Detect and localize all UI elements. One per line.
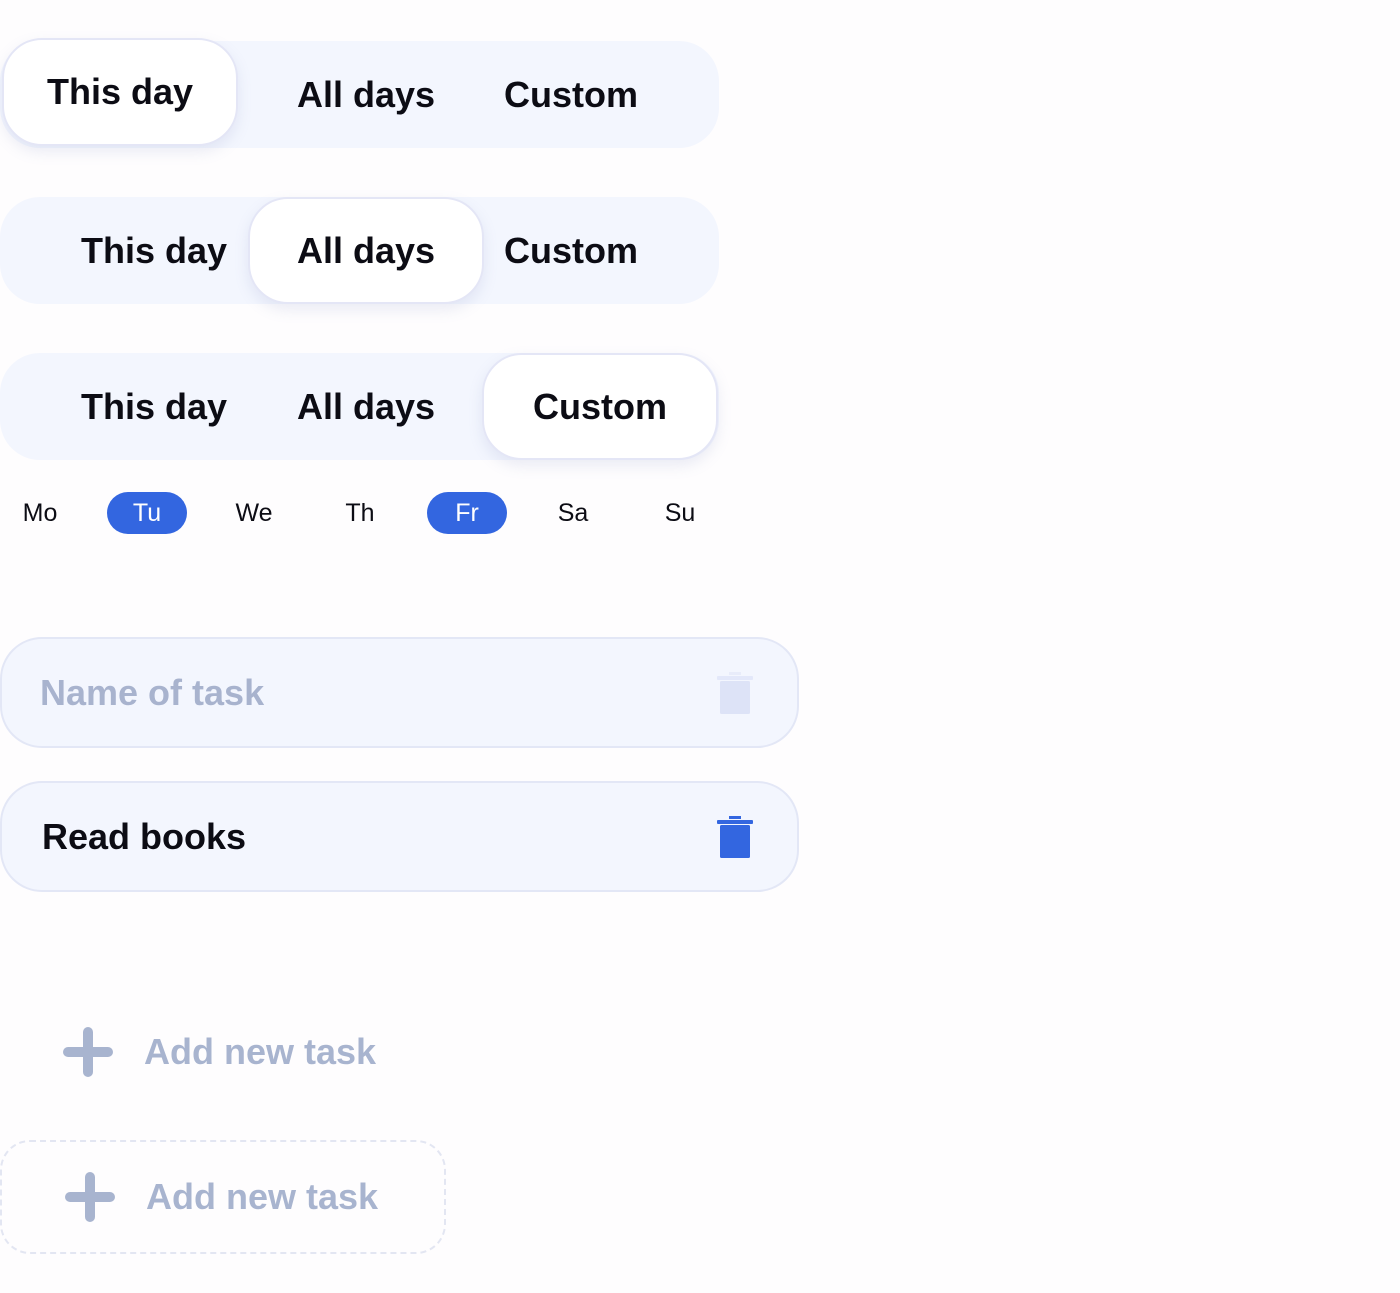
segment-this-day[interactable]: This day: [2, 38, 238, 146]
weekday-tu[interactable]: Tu: [107, 492, 187, 534]
segment-this-day[interactable]: This day: [36, 353, 272, 460]
trash-icon[interactable]: [717, 815, 753, 858]
segment-all-days[interactable]: All days: [248, 353, 484, 460]
trash-icon[interactable]: [717, 671, 753, 714]
add-task-label: Add new task: [146, 1176, 379, 1217]
add-task-button-outlined[interactable]: Add new task: [0, 1140, 446, 1254]
segment-this-day[interactable]: This day: [36, 197, 272, 304]
period-segmented-control-1: This day All days Custom: [0, 38, 719, 148]
plus-icon: [63, 1027, 113, 1077]
weekday-we[interactable]: We: [214, 492, 294, 534]
task-name-text[interactable]: Read books: [42, 816, 246, 858]
weekday-sa[interactable]: Sa: [533, 492, 613, 534]
plus-icon: [65, 1172, 115, 1222]
segment-all-days[interactable]: All days: [248, 41, 484, 148]
add-task-label: Add new task: [144, 1031, 377, 1072]
task-row-empty: [0, 637, 799, 748]
period-segmented-control-3: This day All days Custom: [0, 353, 719, 460]
segment-custom[interactable]: Custom: [482, 353, 718, 460]
weekday-selector: Mo Tu We Th Fr Sa Su: [0, 492, 720, 534]
weekday-su[interactable]: Su: [640, 492, 720, 534]
weekday-th[interactable]: Th: [320, 492, 400, 534]
add-task-button[interactable]: Add new task: [0, 995, 446, 1109]
period-segmented-control-2: This day All days Custom: [0, 197, 719, 304]
segment-custom[interactable]: Custom: [453, 197, 689, 304]
weekday-mo[interactable]: Mo: [0, 492, 80, 534]
task-row-filled: Read books: [0, 781, 799, 892]
segment-custom[interactable]: Custom: [453, 41, 689, 148]
segment-all-days[interactable]: All days: [248, 197, 484, 304]
task-name-input[interactable]: [40, 671, 680, 714]
weekday-fr[interactable]: Fr: [427, 492, 507, 534]
